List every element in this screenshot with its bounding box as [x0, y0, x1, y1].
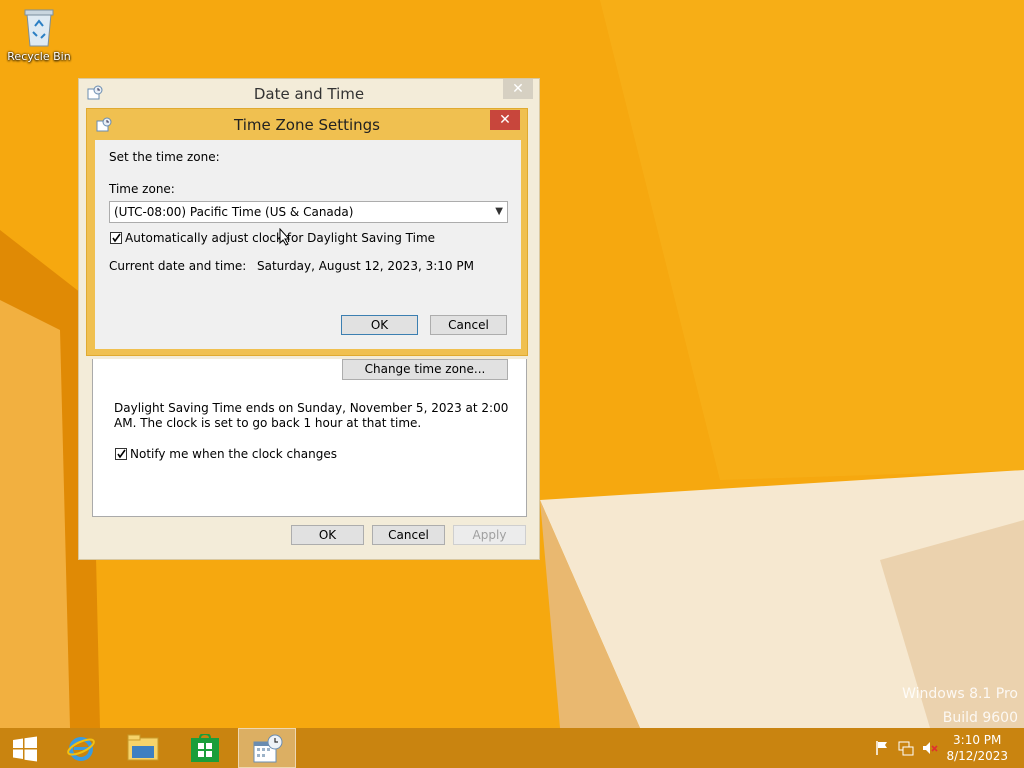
action-center-flag-icon[interactable]: [874, 740, 890, 756]
current-datetime-value: Saturday, August 12, 2023, 3:10 PM: [257, 259, 474, 273]
tz-cancel-button[interactable]: Cancel: [430, 315, 507, 335]
tz-ok-button[interactable]: OK: [341, 315, 418, 335]
taskbar-file-explorer[interactable]: [114, 728, 172, 768]
time-zone-select[interactable]: (UTC-08:00) Pacific Time (US & Canada) ▼: [109, 201, 508, 223]
checkmark-icon: [112, 233, 121, 243]
close-button[interactable]: ✕: [503, 79, 533, 99]
current-datetime-label: Current date and time:: [109, 259, 247, 273]
tz-body: Set the time zone: Time zone: (UTC-08:00…: [95, 140, 521, 349]
tz-titlebar[interactable]: Time Zone Settings ✕: [87, 109, 527, 139]
tz-title: Time Zone Settings: [234, 116, 380, 134]
time-zone-label: Time zone:: [109, 182, 175, 196]
close-icon: ✕: [499, 112, 511, 128]
clock-date: 8/12/2023: [946, 749, 1008, 763]
windows-logo-icon: [13, 736, 37, 762]
taskbar-store[interactable]: [176, 728, 234, 768]
set-time-zone-label: Set the time zone:: [109, 150, 220, 164]
chevron-down-icon: ▼: [495, 206, 503, 217]
time-zone-value: (UTC-08:00) Pacific Time (US & Canada): [114, 205, 354, 219]
taskbar: 3:10 PM 8/12/2023: [0, 728, 1024, 768]
date-time-title: Date and Time: [253, 85, 365, 103]
ok-button[interactable]: OK: [291, 525, 364, 545]
recycle-bin-shortcut[interactable]: Recycle Bin: [6, 6, 72, 63]
date-time-tab-panel: [92, 359, 527, 517]
clock-time: 3:10 PM: [953, 733, 1002, 747]
close-icon: ✕: [512, 81, 524, 97]
volume-muted-icon[interactable]: [922, 740, 938, 756]
notify-checkbox[interactable]: [115, 448, 127, 460]
windows-build-watermark: Build 9600: [942, 710, 1018, 726]
recycle-bin-icon: [23, 6, 55, 47]
cancel-button[interactable]: Cancel: [372, 525, 445, 545]
time-zone-settings-dialog: Time Zone Settings ✕ Set the time zone: …: [86, 108, 528, 356]
apply-button[interactable]: Apply: [453, 525, 526, 545]
calendar-clock-icon: [253, 734, 283, 763]
taskbar-internet-explorer[interactable]: [52, 728, 110, 768]
internet-explorer-icon: [67, 737, 95, 761]
taskbar-date-time[interactable]: [238, 728, 296, 768]
start-button[interactable]: [0, 728, 58, 768]
network-icon[interactable]: [898, 740, 914, 756]
windows-edition-watermark: Windows 8.1 Pro: [902, 686, 1018, 702]
mouse-cursor-icon: [279, 228, 291, 246]
folder-icon: [127, 734, 159, 761]
notify-label: Notify me when the clock changes: [130, 447, 337, 461]
taskbar-clock[interactable]: 3:10 PM 8/12/2023: [946, 732, 1008, 764]
tz-close-button[interactable]: ✕: [490, 110, 520, 130]
auto-dst-checkbox[interactable]: [110, 232, 122, 244]
date-time-titlebar[interactable]: Date and Time ✕: [79, 79, 539, 109]
change-time-zone-button[interactable]: Change time zone...: [342, 359, 508, 380]
dst-info-text: Daylight Saving Time ends on Sunday, Nov…: [114, 401, 509, 430]
store-icon: [191, 734, 219, 762]
recycle-bin-label: Recycle Bin: [7, 50, 71, 63]
checkmark-icon: [117, 449, 126, 459]
